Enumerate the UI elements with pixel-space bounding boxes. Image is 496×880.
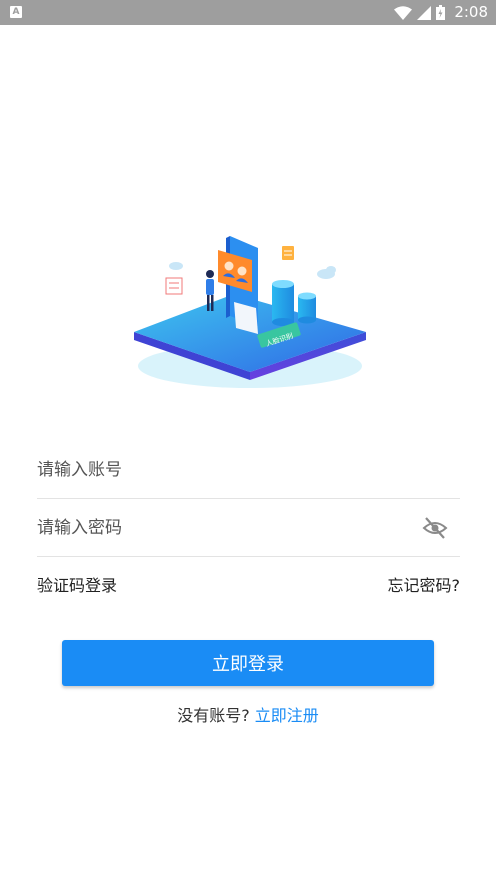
no-account-prompt: 没有账号? xyxy=(177,706,250,725)
app-notification-icon: A xyxy=(10,6,22,18)
cellular-signal-icon xyxy=(417,5,432,20)
status-bar-right: 2:08 xyxy=(394,0,488,25)
status-bar: A 2:08 xyxy=(0,0,496,25)
password-field xyxy=(37,500,460,557)
account-input[interactable] xyxy=(37,442,407,498)
eye-off-icon[interactable] xyxy=(422,516,448,540)
login-button[interactable]: 立即登录 xyxy=(62,640,434,686)
face-recognition-illustration: 人脸识别 xyxy=(134,236,366,388)
account-field xyxy=(37,442,460,499)
battery-icon xyxy=(436,5,446,20)
wifi-icon xyxy=(394,5,413,20)
sms-login-link[interactable]: 验证码登录 xyxy=(37,576,117,596)
register-row: 没有账号? 立即注册 xyxy=(0,706,496,726)
register-link[interactable]: 立即注册 xyxy=(255,706,319,725)
password-input[interactable] xyxy=(37,500,407,556)
forgot-password-link[interactable]: 忘记密码? xyxy=(388,576,461,596)
status-time: 2:08 xyxy=(454,3,488,21)
